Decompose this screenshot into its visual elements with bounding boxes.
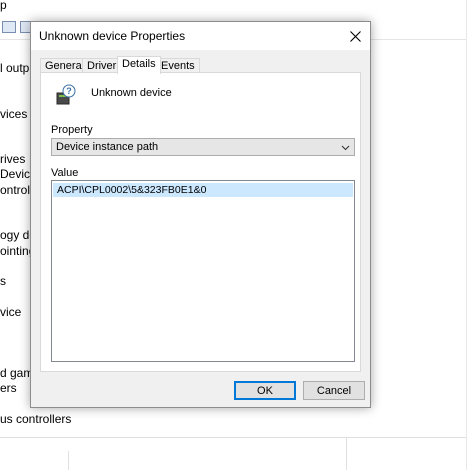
- value-label: Value: [51, 167, 79, 179]
- window-edge: [466, 0, 474, 470]
- tab-events[interactable]: Events: [156, 58, 200, 73]
- tree-item[interactable]: ers: [0, 381, 17, 395]
- properties-dialog: Unknown device Properties General Driver…: [30, 21, 371, 408]
- value-list[interactable]: ACPI\CPL0002\5&323FB0E1&0: [51, 180, 355, 362]
- tree-item[interactable]: us controllers: [0, 412, 71, 426]
- close-button[interactable]: [340, 22, 370, 50]
- toolbar-icon[interactable]: [2, 21, 16, 33]
- property-dropdown[interactable]: Device instance path: [51, 138, 355, 156]
- device-name: Unknown device: [91, 87, 172, 99]
- property-label: Property: [51, 124, 93, 136]
- menu-item-fragment[interactable]: p: [0, 0, 7, 12]
- tab-driver[interactable]: Driver: [82, 58, 122, 73]
- property-selected: Device instance path: [56, 141, 159, 153]
- dialog-titlebar[interactable]: Unknown device Properties: [31, 22, 370, 50]
- cancel-button[interactable]: Cancel: [303, 381, 365, 400]
- dialog-title: Unknown device Properties: [39, 29, 186, 43]
- svg-text:?: ?: [66, 86, 72, 96]
- unknown-device-icon: ?: [56, 84, 76, 105]
- status-bar-divider: [0, 437, 474, 438]
- tree-item[interactable]: vices: [0, 107, 27, 121]
- ok-button[interactable]: OK: [234, 381, 296, 400]
- tree-item[interactable]: rives: [0, 152, 25, 166]
- menu-bar: p: [0, 0, 474, 16]
- tree-item[interactable]: vice: [0, 305, 21, 319]
- details-panel: ? Unknown device Property Device instanc…: [40, 72, 361, 372]
- value-row[interactable]: ACPI\CPL0002\5&323FB0E1&0: [53, 183, 353, 197]
- tree-item[interactable]: s: [0, 274, 6, 288]
- status-bar-separator: [346, 437, 347, 470]
- chevron-down-icon: [341, 145, 350, 151]
- tab-details[interactable]: Details: [117, 56, 161, 74]
- close-icon: [349, 30, 361, 42]
- status-bar-separator: [68, 451, 69, 470]
